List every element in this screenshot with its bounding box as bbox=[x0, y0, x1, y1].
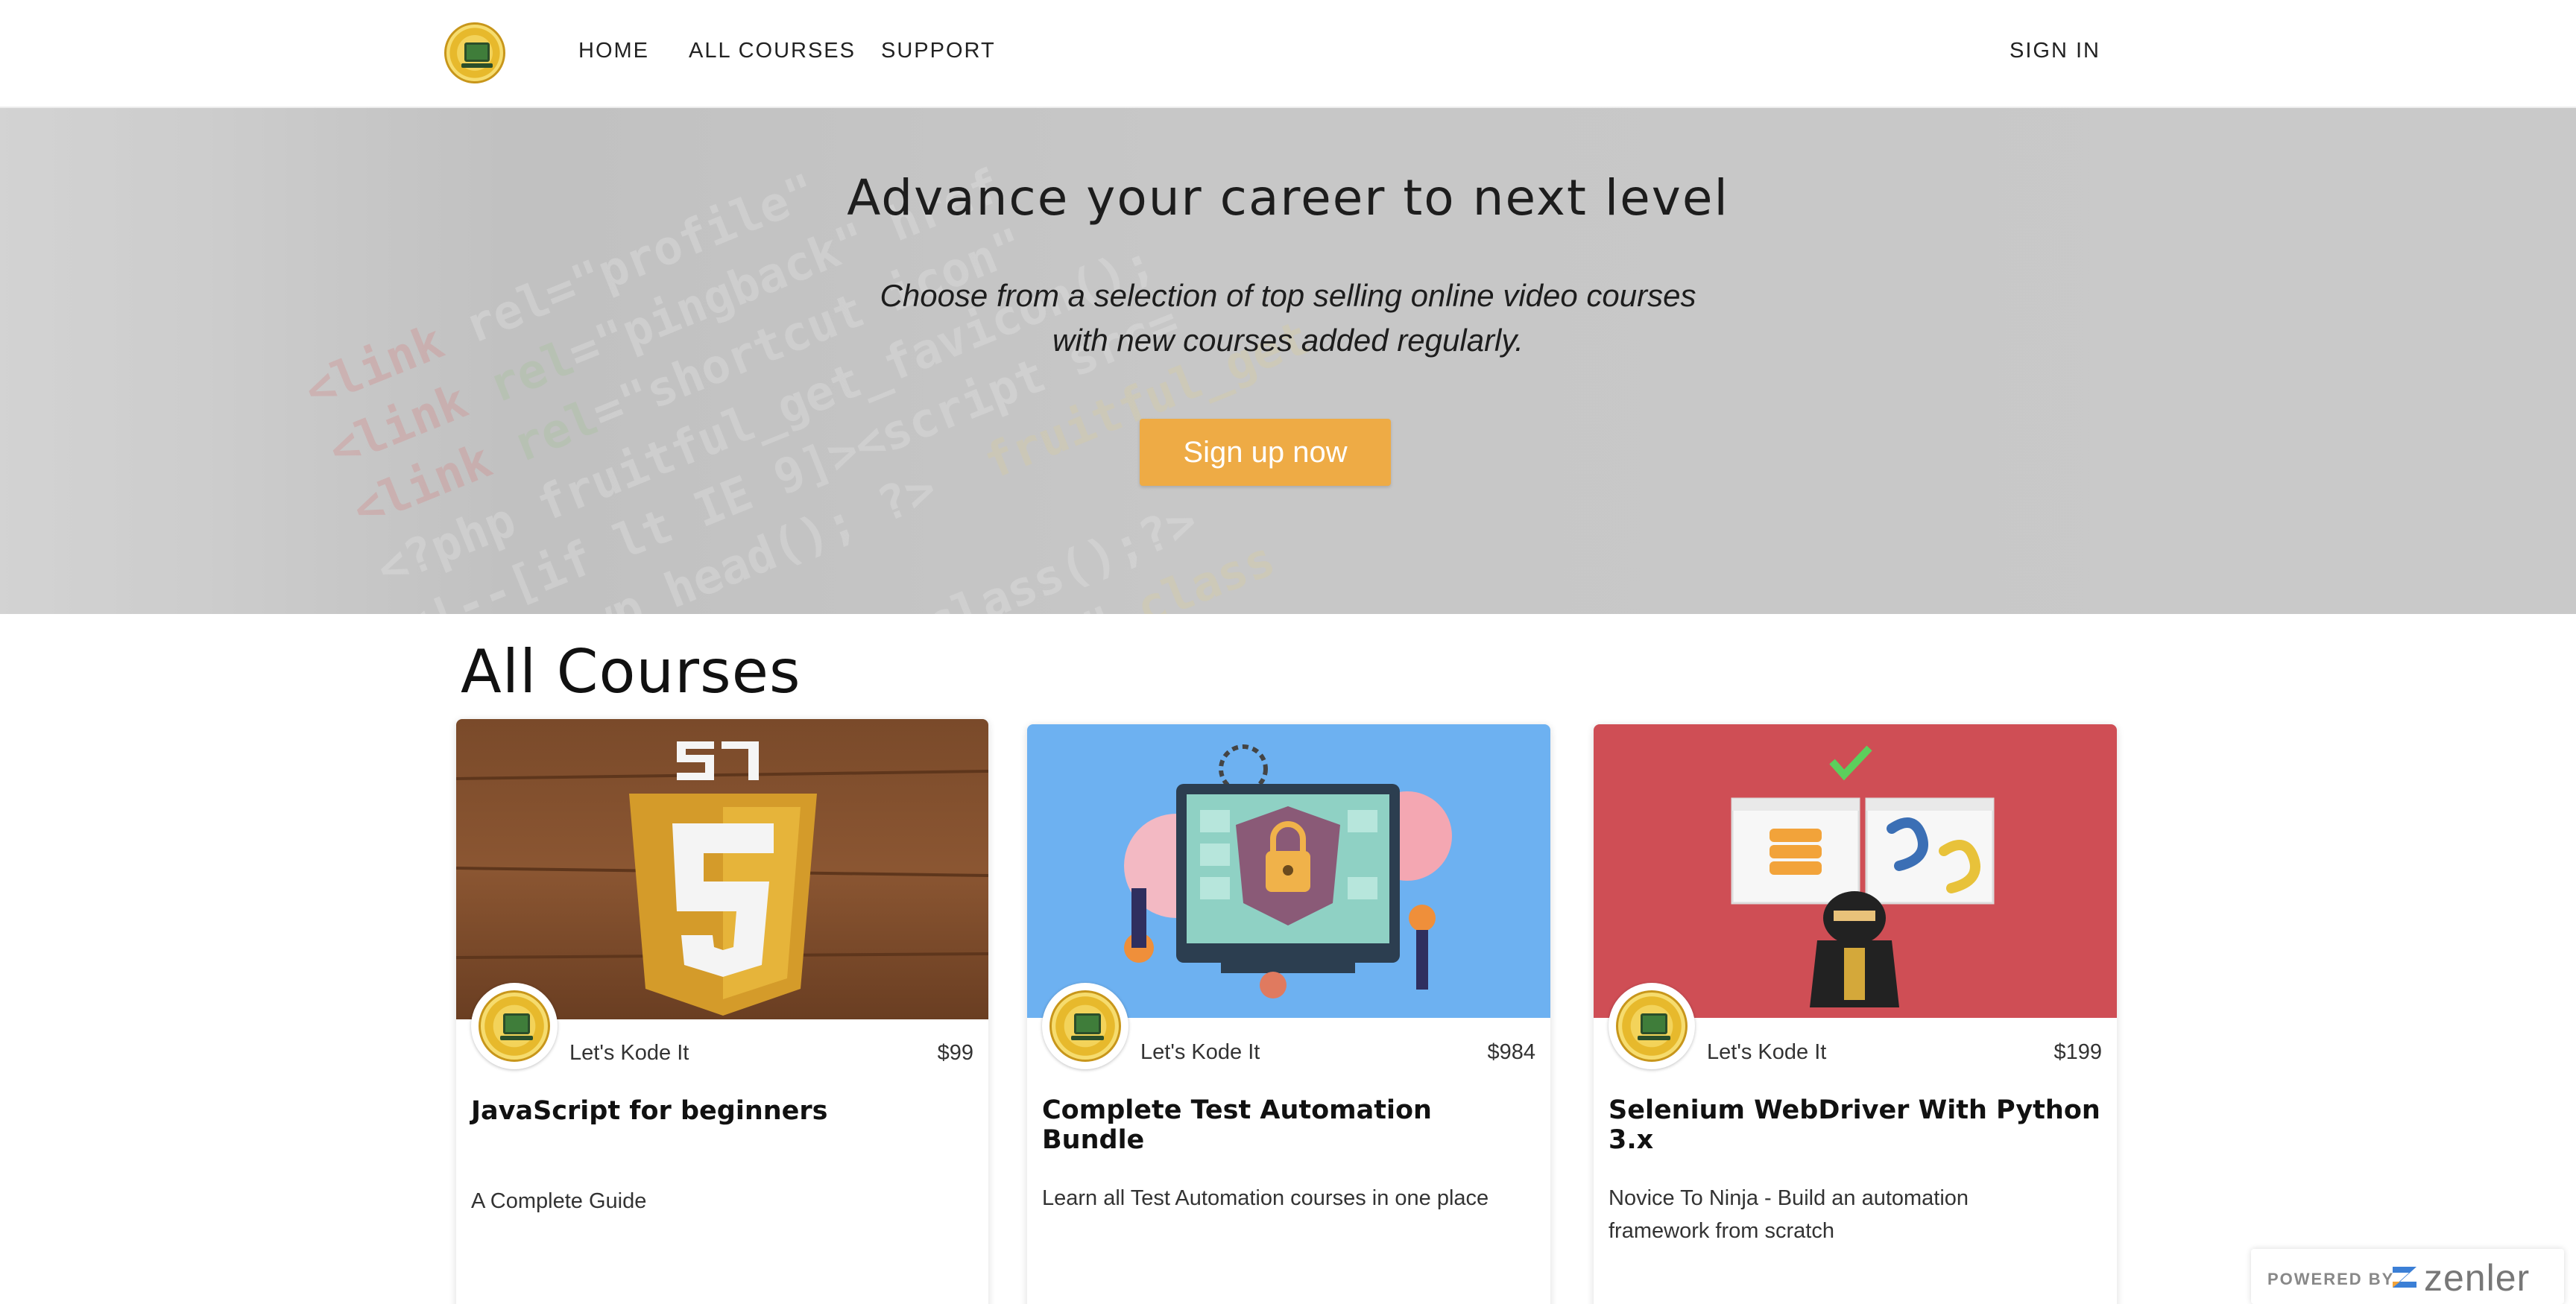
section-title: All Courses bbox=[461, 637, 801, 706]
nav-support-link[interactable]: SUPPORT bbox=[881, 39, 996, 63]
course-card[interactable]: Let's Kode It $99 JavaScript for beginne… bbox=[456, 719, 988, 1304]
hero-title: Advance your career to next level bbox=[847, 169, 1729, 227]
course-description: Novice To Ninja - Build an automation fr… bbox=[1609, 1186, 1969, 1243]
course-description: Learn all Test Automation courses in one… bbox=[1042, 1186, 1489, 1210]
zenler-logo-icon bbox=[2393, 1267, 2416, 1288]
laptop-icon bbox=[1074, 1013, 1101, 1034]
ninja-python-illustration bbox=[1594, 724, 2117, 1018]
course-thumbnail[interactable] bbox=[1594, 724, 2117, 1018]
site-logo[interactable] bbox=[444, 22, 505, 83]
course-card[interactable]: Let's Kode It $984 Complete Test Automat… bbox=[1027, 724, 1550, 1304]
powered-by-badge[interactable]: POWERED BY zenler bbox=[2251, 1249, 2564, 1304]
sign-in-link[interactable]: SIGN IN bbox=[2010, 39, 2100, 63]
author-avatar[interactable] bbox=[1042, 983, 1128, 1069]
course-description: A Complete Guide bbox=[471, 1189, 647, 1213]
course-title[interactable]: JavaScript for beginners bbox=[471, 1096, 973, 1126]
javascript-shield-icon bbox=[456, 719, 988, 1019]
author-name[interactable]: Let's Kode It bbox=[569, 1041, 689, 1066]
course-thumbnail[interactable] bbox=[456, 719, 988, 1019]
hero-subtitle: Choose from a selection of top selling o… bbox=[880, 278, 1696, 358]
laptop-icon bbox=[464, 42, 490, 62]
author-name[interactable]: Let's Kode It bbox=[1140, 1040, 1260, 1065]
laptop-icon bbox=[1641, 1013, 1667, 1034]
author-avatar[interactable] bbox=[1609, 983, 1695, 1069]
powered-by-label: POWERED BY bbox=[2267, 1270, 2395, 1288]
nav-all-courses-link[interactable]: ALL COURSES bbox=[689, 39, 856, 63]
course-price: $984 bbox=[1487, 1040, 1535, 1064]
author-name[interactable]: Let's Kode It bbox=[1707, 1040, 1826, 1065]
sign-up-button[interactable]: Sign up now bbox=[1140, 419, 1391, 486]
zenler-brand: zenler bbox=[2424, 1257, 2531, 1299]
course-title[interactable]: Selenium WebDriver With Python 3.x bbox=[1609, 1095, 2102, 1155]
author-avatar[interactable] bbox=[471, 983, 558, 1069]
course-card[interactable]: Let's Kode It $199 Selenium WebDriver Wi… bbox=[1594, 724, 2117, 1304]
course-title[interactable]: Complete Test Automation Bundle bbox=[1042, 1095, 1535, 1155]
hero-banner: <link rel="profile" <link rel="pingback"… bbox=[0, 108, 2576, 614]
top-nav: HOME ALL COURSES SUPPORT SIGN IN bbox=[0, 0, 2576, 108]
course-thumbnail[interactable] bbox=[1027, 724, 1550, 1018]
course-price: $199 bbox=[2053, 1040, 2102, 1064]
laptop-icon bbox=[503, 1013, 530, 1034]
nav-home-link[interactable]: HOME bbox=[578, 39, 649, 63]
course-price: $99 bbox=[937, 1041, 973, 1065]
security-lock-illustration bbox=[1027, 724, 1550, 1018]
